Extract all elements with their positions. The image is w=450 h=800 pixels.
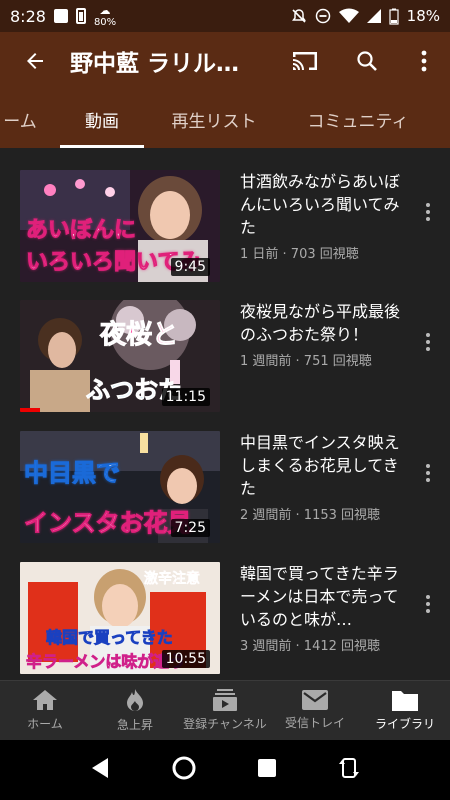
home-icon — [33, 690, 57, 710]
channel-title: 野中藍 ラリル… — [70, 51, 240, 77]
tab-label: コミュニティ — [307, 111, 409, 132]
dnd-icon — [315, 8, 330, 24]
video-item[interactable]: 中目黒で インスタお花見 7:25 中目黒でインスタ映えしまくるお花見してきた … — [0, 431, 450, 543]
battery-icon — [389, 8, 399, 25]
tab-label: 再生リスト — [171, 111, 257, 132]
nav-label: 受信トレイ — [284, 716, 345, 730]
video-thumbnail[interactable]: 夜桜と ふつおた 11:15 — [20, 300, 220, 412]
thumbnail-caption: 夜桜と — [99, 320, 179, 351]
duration-badge: 11:15 — [161, 388, 210, 406]
rotate-icon — [338, 758, 359, 778]
video-title[interactable]: 夜桜見ながら平成最後のふつおた祭り！ — [240, 300, 405, 346]
rotate-button[interactable] — [338, 756, 360, 784]
app-bar: 野中藍 ラリル… — [0, 32, 450, 90]
video-item[interactable]: あいぼんに いろいろ聞いてみ 9:45 甘酒飲みながらあいぼんにいろいろ聞いてみ… — [0, 170, 450, 282]
wifi-icon — [338, 8, 359, 23]
cast-button[interactable] — [274, 32, 336, 90]
thumbnail-caption: 中目黒で — [24, 459, 121, 488]
nav-label: ライブラリ — [374, 717, 435, 731]
video-thumbnail[interactable]: 中目黒で インスタお花見 7:25 — [20, 431, 220, 543]
video-more-button[interactable] — [416, 590, 440, 618]
status-bar: 8:28 ☁ 80% 18% — [0, 0, 450, 32]
recents-square-icon — [258, 759, 277, 777]
search-button[interactable] — [336, 32, 398, 90]
thumbnail-caption: あいぼんに — [25, 218, 137, 244]
tab-home[interactable]: ーム — [0, 90, 50, 148]
nav-label: 急上昇 — [116, 718, 153, 732]
tab-community[interactable]: コミュニティ — [300, 90, 416, 148]
flame-icon — [127, 689, 143, 711]
thumbnail-caption: 韓国で買ってきた — [46, 628, 174, 648]
nav-inbox[interactable]: 受信トレイ — [270, 681, 360, 740]
video-list: あいぼんに いろいろ聞いてみ 9:45 甘酒飲みながらあいぼんにいろいろ聞いてみ… — [0, 148, 450, 678]
inbox-icon — [302, 690, 328, 710]
video-more-button[interactable] — [416, 459, 440, 487]
notification-icon — [53, 9, 68, 23]
library-icon — [392, 691, 418, 711]
system-recents-button[interactable] — [257, 758, 277, 782]
system-back-button[interactable] — [90, 757, 110, 783]
back-button[interactable] — [0, 32, 70, 90]
clock: 8:28 — [10, 6, 46, 26]
video-item[interactable]: 激辛注意 韓国で買ってきた 辛ラーメンは味が違う 10:55 韓国で買ってきた辛… — [0, 562, 450, 674]
duration-badge: 7:25 — [170, 519, 210, 537]
video-info: 3 週間前 · 1412 回視聴 — [240, 639, 381, 654]
tab-label: 動画 — [85, 111, 119, 132]
battery-saver-icon — [75, 8, 86, 24]
system-navigation-bar — [0, 740, 450, 800]
video-title[interactable]: 韓国で買ってきた辛ラーメンは日本で売っているのと味が… — [240, 562, 405, 631]
back-arrow-icon — [27, 53, 43, 69]
nav-label: ホーム — [27, 717, 63, 731]
duration-badge: 10:55 — [161, 650, 210, 668]
tab-playlists[interactable]: 再生リスト — [158, 90, 270, 148]
more-vert-icon — [421, 50, 427, 72]
video-more-button[interactable] — [416, 328, 440, 356]
home-circle-icon — [172, 756, 196, 780]
thumbnail-caption: 激辛注意 — [144, 571, 201, 588]
nav-home[interactable]: ホーム — [0, 681, 90, 740]
video-item[interactable]: 夜桜と ふつおた 11:15 夜桜見ながら平成最後のふつおた祭り！ 1 週間前 … — [0, 300, 450, 412]
thumbnail-caption: インスタお花見 — [24, 509, 193, 538]
cast-icon — [293, 52, 317, 70]
video-info: 2 週間前 · 1153 回視聴 — [240, 508, 381, 523]
duration-badge: 9:45 — [170, 258, 210, 276]
video-more-button[interactable] — [416, 198, 440, 226]
overflow-menu-button[interactable] — [398, 32, 450, 90]
signal-icon — [366, 9, 381, 23]
channel-tabs: ーム 動画 再生リスト コミュニティ — [0, 90, 450, 148]
video-info: 1 日前 · 703 回視聴 — [240, 247, 359, 262]
weather-text: 80% — [93, 16, 117, 28]
nav-library[interactable]: ライブラリ — [360, 681, 450, 740]
nav-subscriptions[interactable]: 登録チャンネル — [180, 681, 270, 740]
nav-label: 登録チャンネル — [183, 717, 267, 731]
video-thumbnail[interactable]: あいぼんに いろいろ聞いてみ 9:45 — [20, 170, 220, 282]
nav-trending[interactable]: 急上昇 — [90, 681, 180, 740]
tab-videos[interactable]: 動画 — [60, 90, 144, 148]
weather-icon: ☁ 80% — [93, 3, 117, 28]
tab-label: ーム — [3, 111, 37, 132]
video-title[interactable]: 甘酒飲みながらあいぼんにいろいろ聞いてみた — [240, 170, 405, 239]
video-title[interactable]: 中目黒でインスタ映えしまくるお花見してきた — [240, 431, 405, 500]
subscriptions-icon — [213, 689, 237, 711]
video-thumbnail[interactable]: 激辛注意 韓国で買ってきた 辛ラーメンは味が違う 10:55 — [20, 562, 220, 674]
system-home-button[interactable] — [171, 755, 197, 785]
battery-percent: 18% — [406, 7, 440, 25]
search-icon — [357, 51, 377, 71]
video-info: 1 週間前 · 751 回視聴 — [240, 354, 372, 369]
back-triangle-icon — [92, 758, 109, 778]
watch-progress — [20, 408, 40, 412]
mute-icon — [291, 9, 306, 23]
bottom-navigation: ホーム 急上昇 登録チャンネル 受信トレイ ライブラリ — [0, 680, 450, 740]
